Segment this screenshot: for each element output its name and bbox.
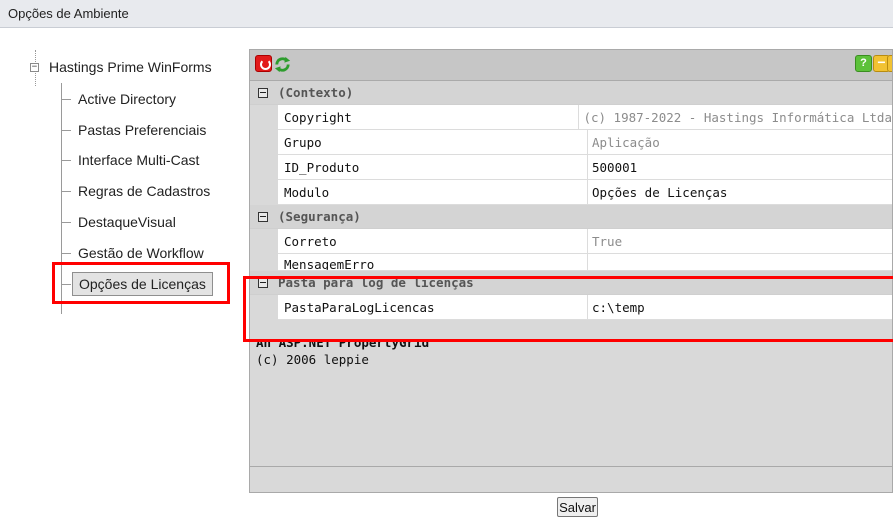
property-name: PastaParaLogLicencas: [278, 295, 588, 319]
tree-item-label: Interface Multi-Cast: [78, 152, 200, 168]
tree-branch: [62, 129, 71, 131]
property-grid: ? − (Contexto) Copyright (c) 1987-2022 -…: [249, 49, 893, 493]
category-pasta-para-log[interactable]: Pasta para log de licenças: [250, 271, 892, 295]
tree-item-label: Gestão de Workflow: [78, 245, 204, 261]
tree-item-opcoes-de-licencas[interactable]: Opções de Licenças: [62, 272, 213, 296]
property-value: Aplicação: [592, 134, 660, 150]
category-label: Pasta para log de licenças: [278, 275, 474, 290]
tree-branch: [62, 98, 71, 100]
collapse-icon[interactable]: [258, 211, 268, 222]
tree-item-active-directory[interactable]: Active Directory: [62, 87, 176, 111]
property-value: True: [592, 233, 623, 249]
property-name: Modulo: [278, 180, 588, 204]
tree-branch: [62, 190, 71, 192]
property-value: (c) 1987-2022 - Hastings Informática Ltd…: [583, 109, 892, 125]
property-row-correto[interactable]: Correto True: [278, 229, 892, 254]
expand-all-icon[interactable]: [887, 55, 892, 72]
tree-branch: [62, 283, 71, 285]
tree-item-regras-de-cadastros[interactable]: Regras de Cadastros: [62, 179, 210, 203]
property-name: Copyright: [278, 105, 580, 129]
property-grid-status: [250, 466, 892, 492]
property-value[interactable]: 500001: [588, 155, 892, 179]
category-label: (Contexto): [278, 85, 354, 100]
power-icon[interactable]: [255, 55, 272, 72]
tree-item-pastas-preferenciais[interactable]: Pastas Preferenciais: [62, 118, 206, 142]
tree-branch: [62, 159, 71, 161]
refresh-icon[interactable]: [273, 55, 291, 73]
tree-branch: [62, 221, 71, 223]
tree-item-label: Pastas Preferenciais: [78, 122, 207, 138]
tree-item-label: Active Directory: [78, 91, 177, 107]
property-name: Grupo: [278, 130, 588, 154]
property-value[interactable]: c:\temp: [588, 295, 892, 319]
property-rows: (Contexto) Copyright (c) 1987-2022 - Has…: [250, 81, 892, 320]
category-contexto[interactable]: (Contexto): [250, 81, 892, 105]
tree-item-gestao-de-workflow[interactable]: Gestão de Workflow: [62, 241, 204, 265]
save-button[interactable]: Salvar: [557, 497, 598, 517]
tree-item-interface-multi-cast[interactable]: Interface Multi-Cast: [62, 148, 199, 172]
property-name: ID_Produto: [278, 155, 588, 179]
property-row-id-produto[interactable]: ID_Produto 500001: [278, 155, 892, 180]
tree-item-label: Opções de Licenças: [72, 272, 213, 296]
tree-root[interactable]: Hastings Prime WinForms: [49, 59, 212, 75]
help-icon[interactable]: ?: [855, 55, 872, 72]
description-title: An ASP.NET PropertyGrid: [256, 341, 430, 350]
property-description: An ASP.NET PropertyGrid (c) 2006 leppie: [250, 341, 892, 466]
tree-branch: [62, 252, 71, 254]
tree-item-destaque-visual[interactable]: DestaqueVisual: [62, 210, 176, 234]
property-value[interactable]: Opções de Licenças: [588, 180, 892, 204]
property-row-copyright[interactable]: Copyright (c) 1987-2022 - Hastings Infor…: [278, 105, 892, 130]
window-title: Opções de Ambiente: [0, 0, 893, 28]
collapse-icon[interactable]: [258, 87, 268, 98]
property-row-pasta-para-log-licencas[interactable]: PastaParaLogLicencas c:\temp: [278, 295, 892, 320]
description-text: (c) 2006 leppie: [256, 352, 369, 367]
settings-tree: − Hastings Prime WinForms Active Directo…: [0, 28, 248, 513]
property-row-grupo[interactable]: Grupo Aplicação: [278, 130, 892, 155]
property-name: MensagemErro: [278, 254, 588, 270]
tree-collapse-icon[interactable]: −: [30, 63, 39, 72]
collapse-icon[interactable]: [258, 277, 268, 288]
property-grid-toolbar: ? −: [250, 50, 892, 81]
tree-item-label: DestaqueVisual: [78, 214, 176, 230]
category-label: (Segurança): [278, 209, 361, 224]
category-seguranca[interactable]: (Segurança): [250, 205, 892, 229]
property-row-mensagem-erro[interactable]: MensagemErro: [278, 254, 892, 271]
tree-item-label: Regras de Cadastros: [78, 183, 211, 199]
property-row-modulo[interactable]: Modulo Opções de Licenças: [278, 180, 892, 205]
property-name: Correto: [278, 229, 588, 253]
